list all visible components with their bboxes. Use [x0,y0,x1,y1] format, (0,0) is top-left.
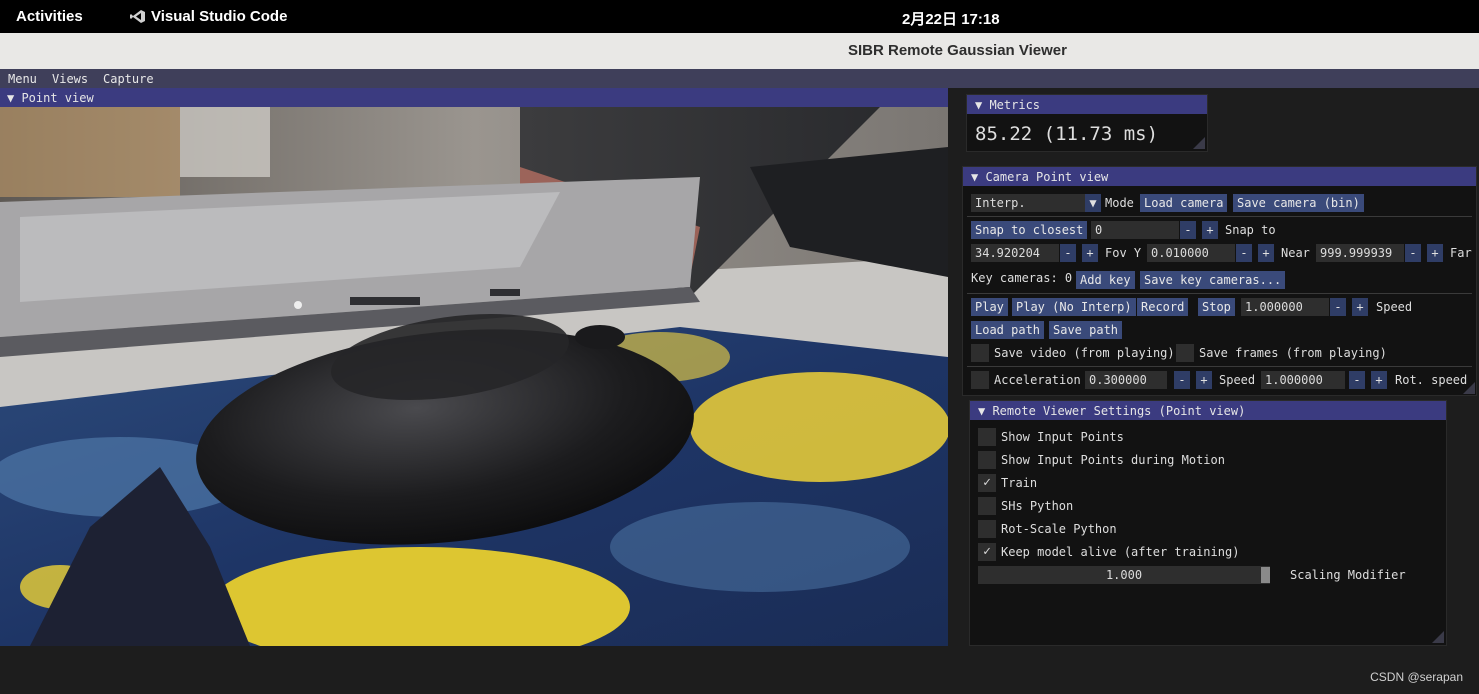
save-frames-checkbox[interactable] [1176,344,1194,362]
rot-scale-python-label: Rot-Scale Python [1001,522,1117,536]
save-path-button[interactable]: Save path [1049,321,1123,339]
point-view-render[interactable] [0,107,948,646]
move-speed-label: Speed [1219,373,1256,387]
key-cameras-label: Key cameras: 0 [971,271,1073,285]
move-speed-minus-button[interactable]: - [1349,371,1365,389]
metrics-panel: ▼ Metrics 85.22 (11.73 ms) [966,94,1208,152]
metrics-title: ▼ Metrics [975,98,1041,112]
fov-label: Fov Y [1105,246,1142,260]
window-title-bar: SIBR Remote Gaussian Viewer [0,33,1479,69]
load-camera-button[interactable]: Load camera [1140,194,1228,212]
system-top-bar: Activities Visual Studio Code 2月22日 17:1… [0,0,1479,33]
save-camera-button[interactable]: Save camera (bin) [1233,194,1364,212]
resize-grip[interactable] [1463,382,1475,394]
snap-minus-button[interactable]: - [1180,221,1196,239]
menu-item-views[interactable]: Views [52,72,88,86]
acceleration-label: Acceleration [994,373,1081,387]
slider-handle[interactable] [1261,567,1270,583]
remote-settings-title: ▼ Remote Viewer Settings (Point view) [978,404,1246,418]
play-no-interp-button[interactable]: Play (No Interp) [1012,298,1136,316]
acceleration-checkbox[interactable] [971,371,989,389]
move-speed-plus-button[interactable]: + [1371,371,1387,389]
record-button[interactable]: Record [1137,298,1189,316]
separator [967,293,1472,294]
mode-select[interactable]: Interp. [971,194,1093,212]
rot-scale-python-checkbox[interactable] [978,520,996,538]
keep-model-alive-label: Keep model alive (after training) [1001,545,1240,559]
watermark: CSDN @serapan [1370,670,1463,684]
keep-model-alive-checkbox[interactable]: ✓ [978,543,996,561]
resize-grip[interactable] [1193,137,1205,149]
snap-plus-button[interactable]: + [1202,221,1218,239]
separator [967,216,1472,217]
load-path-button[interactable]: Load path [971,321,1045,339]
camera-panel: ▼ Camera Point view Interp. ▼ Mode Load … [962,166,1477,396]
camera-header[interactable]: ▼ Camera Point view [963,167,1476,186]
shs-python-label: SHs Python [1001,499,1074,513]
fps-readout: 85.22 (11.73 ms) [975,123,1159,145]
acceleration-input[interactable]: 0.300000 [1085,371,1167,389]
far-input[interactable]: 999.999939 [1316,244,1404,262]
move-speed-input[interactable]: 1.000000 [1261,371,1345,389]
vscode-icon [130,9,146,28]
fov-input[interactable]: 34.920204 [971,244,1059,262]
show-input-points-label: Show Input Points [1001,430,1124,444]
save-video-label: Save video (from playing) [994,346,1175,360]
mode-label: Mode [1105,196,1134,210]
near-input[interactable]: 0.010000 [1147,244,1235,262]
far-plus-button[interactable]: + [1427,244,1443,262]
acceleration-plus-button[interactable]: + [1196,371,1212,389]
fov-plus-button[interactable]: + [1082,244,1098,262]
show-input-points-motion-label: Show Input Points during Motion [1001,453,1225,467]
remote-settings-panel: ▼ Remote Viewer Settings (Point view) Sh… [969,400,1447,646]
speed-label: Speed [1376,300,1413,314]
menu-item-capture[interactable]: Capture [103,72,154,86]
save-video-checkbox[interactable] [971,344,989,362]
snap-to-closest-button[interactable]: Snap to closest [971,221,1088,239]
far-minus-button[interactable]: - [1405,244,1421,262]
train-checkbox[interactable]: ✓ [978,474,996,492]
point-view-header[interactable]: ▼ Point view [0,88,948,107]
chevron-down-icon[interactable]: ▼ [1085,194,1101,212]
separator [967,366,1472,367]
activities-button[interactable]: Activities [16,8,83,25]
near-plus-button[interactable]: + [1258,244,1274,262]
scaling-modifier-label: Scaling Modifier [1290,568,1406,582]
snap-to-label: Snap to [1225,223,1276,237]
shs-python-checkbox[interactable] [978,497,996,515]
far-label: Far [1450,246,1472,260]
rendered-scene-image [0,107,948,646]
save-key-cameras-button[interactable]: Save key cameras... [1140,271,1286,289]
stop-button[interactable]: Stop [1198,298,1235,316]
menu-item-menu[interactable]: Menu [8,72,37,86]
camera-title: ▼ Camera Point view [971,170,1109,184]
scaling-modifier-slider[interactable]: 1.000 [978,566,1270,584]
near-label: Near [1281,246,1310,260]
speed-minus-button[interactable]: - [1330,298,1346,316]
clock[interactable]: 2月22日 17:18 [902,8,1000,29]
snap-index-input[interactable]: 0 [1091,221,1179,239]
menu-bar: Menu Views Capture [0,69,1479,88]
remote-settings-header[interactable]: ▼ Remote Viewer Settings (Point view) [970,401,1446,420]
play-button[interactable]: Play [971,298,1008,316]
save-frames-label: Save frames (from playing) [1199,346,1387,360]
train-label: Train [1001,476,1038,490]
show-input-points-motion-checkbox[interactable] [978,451,996,469]
speed-plus-button[interactable]: + [1352,298,1368,316]
resize-grip[interactable] [1432,631,1444,643]
rot-speed-label: Rot. speed [1395,373,1468,387]
near-minus-button[interactable]: - [1236,244,1252,262]
add-key-button[interactable]: Add key [1076,271,1135,289]
metrics-header[interactable]: ▼ Metrics [967,95,1207,114]
point-view-title: ▼ Point view [7,91,94,105]
fov-minus-button[interactable]: - [1060,244,1076,262]
window-title: SIBR Remote Gaussian Viewer [848,42,1067,59]
show-input-points-checkbox[interactable] [978,428,996,446]
acceleration-minus-button[interactable]: - [1174,371,1190,389]
active-app-name[interactable]: Visual Studio Code [151,8,287,25]
play-speed-input[interactable]: 1.000000 [1241,298,1329,316]
